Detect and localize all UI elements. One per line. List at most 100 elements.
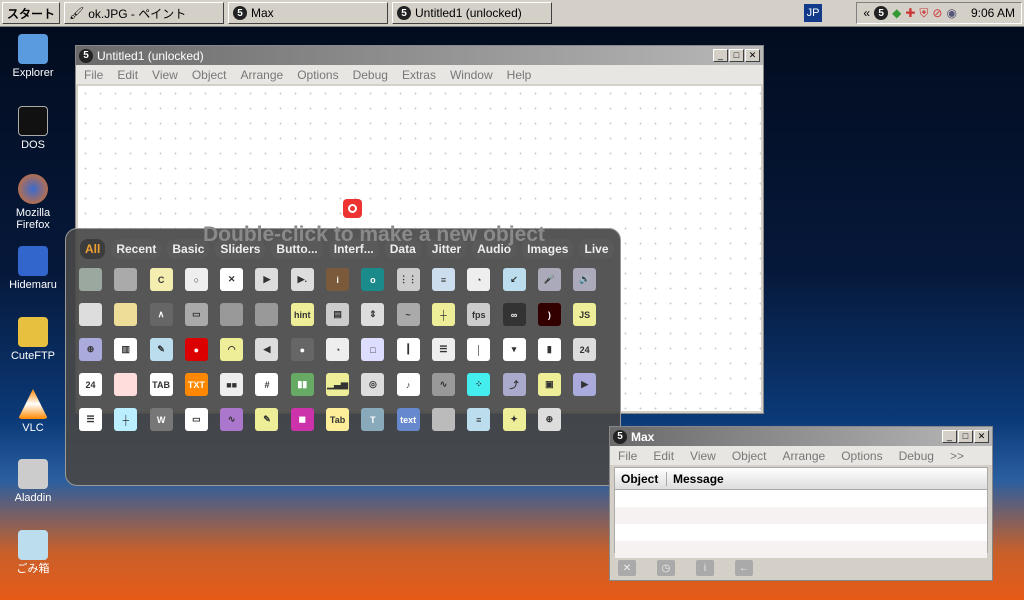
bpatcher-icon[interactable] bbox=[79, 268, 102, 291]
menu-options[interactable]: Options bbox=[297, 68, 338, 82]
chooser-icon[interactable]: ☰ bbox=[79, 408, 102, 431]
info-icon[interactable]: i bbox=[326, 268, 350, 291]
close-button[interactable]: ✕ bbox=[745, 49, 760, 62]
pictslider-icon[interactable]: ⁘ bbox=[467, 373, 491, 396]
language-indicator[interactable]: JP bbox=[804, 4, 822, 22]
desktop-icon-recycle-bin[interactable]: ごみ箱 bbox=[4, 530, 62, 575]
desktop-icon-cuteftp[interactable]: CuteFTP bbox=[4, 317, 62, 362]
plot-icon[interactable]: ⤴ bbox=[502, 373, 526, 396]
table-icon[interactable] bbox=[114, 373, 138, 396]
nodes-grid-icon[interactable]: # bbox=[255, 373, 279, 396]
tray-expand-button[interactable]: « bbox=[863, 6, 870, 20]
desktop-icon-aladdin[interactable]: Aladdin bbox=[4, 459, 62, 504]
back-button[interactable]: ← bbox=[735, 560, 753, 576]
dropfile-icon[interactable]: ≡ bbox=[467, 408, 491, 431]
textbutton-icon[interactable]: ▭ bbox=[184, 303, 208, 326]
filtergraph-icon[interactable] bbox=[79, 303, 102, 326]
fps-icon[interactable]: fps bbox=[467, 303, 491, 326]
mic-icon[interactable]: 🎤 bbox=[537, 268, 561, 291]
scope-icon[interactable]: ~ bbox=[396, 303, 420, 326]
menu-view[interactable]: View bbox=[152, 68, 178, 82]
maximize-button[interactable]: □ bbox=[729, 49, 744, 62]
menu-file[interactable]: File bbox=[618, 449, 637, 463]
clear-button[interactable]: ✕ bbox=[618, 560, 636, 576]
hatched-icon[interactable] bbox=[431, 408, 455, 431]
patcher-small-icon[interactable] bbox=[220, 303, 244, 326]
live-grid-icon[interactable]: ☰ bbox=[431, 338, 455, 361]
menu-extras[interactable]: Extras bbox=[402, 68, 436, 82]
task-untitled[interactable]: 5 Untitled1 (unlocked) bbox=[392, 2, 553, 24]
maximize-button[interactable]: □ bbox=[958, 430, 973, 443]
network-icon[interactable]: ◆ bbox=[892, 6, 901, 20]
play-icon[interactable]: ▶ bbox=[573, 373, 597, 396]
function-icon[interactable]: ∧ bbox=[149, 303, 173, 326]
menu-debug[interactable]: Debug bbox=[353, 68, 388, 82]
palette-tab-all[interactable]: All bbox=[80, 239, 106, 259]
gain-meter-icon[interactable]: ▮ bbox=[537, 338, 561, 361]
swatch-arrow-icon[interactable]: ↙ bbox=[502, 268, 526, 291]
minimize-button[interactable]: _ bbox=[713, 49, 728, 62]
live-slider-icon[interactable]: 24 bbox=[79, 373, 102, 396]
menu-object[interactable]: Object bbox=[192, 68, 227, 82]
security-icon[interactable]: ✚ bbox=[905, 6, 915, 20]
close-button[interactable]: ✕ bbox=[974, 430, 989, 443]
led-icon[interactable]: ● bbox=[290, 338, 314, 361]
meter-icon[interactable]: ◠ bbox=[220, 338, 244, 361]
menu-options[interactable]: Options bbox=[841, 449, 882, 463]
menu-edit[interactable]: Edit bbox=[653, 449, 674, 463]
textedit-icon[interactable]: TXT bbox=[184, 373, 208, 396]
shield-icon[interactable]: ⛨ bbox=[919, 6, 928, 21]
jit-glasses-icon[interactable]: ∞ bbox=[502, 303, 526, 326]
live-number-icon[interactable]: 24 bbox=[573, 338, 597, 361]
volume-icon[interactable]: ◉ bbox=[946, 6, 956, 20]
histogram-icon[interactable]: ▁▃▅ bbox=[326, 373, 350, 396]
info-button[interactable]: i bbox=[696, 560, 714, 576]
menu-arrange[interactable]: Arrange bbox=[783, 449, 826, 463]
palette-tab-live[interactable]: Live bbox=[579, 239, 614, 259]
movie-icon[interactable]: ▤ bbox=[326, 303, 350, 326]
radiogroup-icon[interactable]: ■■ bbox=[220, 373, 244, 396]
record-icon[interactable]: ● bbox=[184, 338, 208, 361]
inlet-patch-icon[interactable]: ≡ bbox=[431, 268, 455, 291]
task-max[interactable]: 5 Max bbox=[228, 2, 389, 24]
antivirus-icon[interactable]: ⊘ bbox=[932, 6, 942, 20]
globe-icon[interactable]: ⊕ bbox=[79, 338, 102, 361]
pictctrl-icon[interactable]: W bbox=[149, 408, 173, 431]
menu-debug[interactable]: Debug bbox=[899, 449, 934, 463]
tab-object-icon[interactable]: TAB bbox=[149, 373, 173, 396]
menu-file[interactable]: File bbox=[84, 68, 103, 82]
matrixctrl-icon[interactable]: ⋮⋮ bbox=[396, 268, 420, 291]
patcher-title-bar[interactable]: 5 Untitled1 (unlocked) _ □ ✕ bbox=[76, 46, 763, 65]
toggle-icon[interactable]: ✕ bbox=[220, 268, 244, 291]
desktop-icon-explorer[interactable]: Explorer bbox=[4, 34, 62, 79]
speaker-icon[interactable]: 🔊 bbox=[573, 268, 597, 291]
menu-view[interactable]: View bbox=[690, 449, 716, 463]
kslider-icon[interactable]: ▥ bbox=[114, 338, 138, 361]
fpic-icon[interactable] bbox=[114, 303, 138, 326]
text-icon[interactable]: text bbox=[396, 408, 420, 431]
timestamp-button[interactable]: ◷ bbox=[657, 560, 675, 576]
slider-v-icon[interactable]: ┃ bbox=[396, 338, 420, 361]
textbutton-t-icon[interactable]: T bbox=[361, 408, 385, 431]
audio-wave-icon[interactable]: ✦ bbox=[502, 408, 526, 431]
multislider-icon[interactable]: □ bbox=[361, 338, 385, 361]
menu-object[interactable]: Object bbox=[732, 449, 767, 463]
message-icon[interactable]: ▶. bbox=[290, 268, 314, 291]
pencil-icon[interactable]: ✎ bbox=[149, 338, 173, 361]
ubutton-icon[interactable]: ▭ bbox=[184, 408, 208, 431]
panel-icon[interactable] bbox=[114, 268, 138, 291]
menu-more[interactable]: >> bbox=[950, 449, 964, 463]
tab-icon[interactable]: Tab bbox=[326, 408, 350, 431]
colorpicker-icon[interactable]: ✎ bbox=[255, 408, 279, 431]
task-paint[interactable]: 🖌 ok.JPG - ペイント bbox=[64, 2, 225, 24]
live-text-icon[interactable]: ▣ bbox=[537, 373, 561, 396]
menu-help[interactable]: Help bbox=[507, 68, 532, 82]
umenu-icon[interactable]: ▾ bbox=[502, 338, 526, 361]
desktop-icon-hidemaru[interactable]: Hidemaru bbox=[4, 246, 62, 291]
menu-arrange[interactable]: Arrange bbox=[241, 68, 284, 82]
max-tray-icon[interactable]: 5 bbox=[874, 6, 889, 20]
column-object[interactable]: Object bbox=[615, 471, 667, 486]
spectroscope-icon[interactable]: ) bbox=[537, 303, 561, 326]
menu-window[interactable]: Window bbox=[450, 68, 493, 82]
desktop-icon-dos[interactable]: DOS bbox=[4, 106, 62, 151]
